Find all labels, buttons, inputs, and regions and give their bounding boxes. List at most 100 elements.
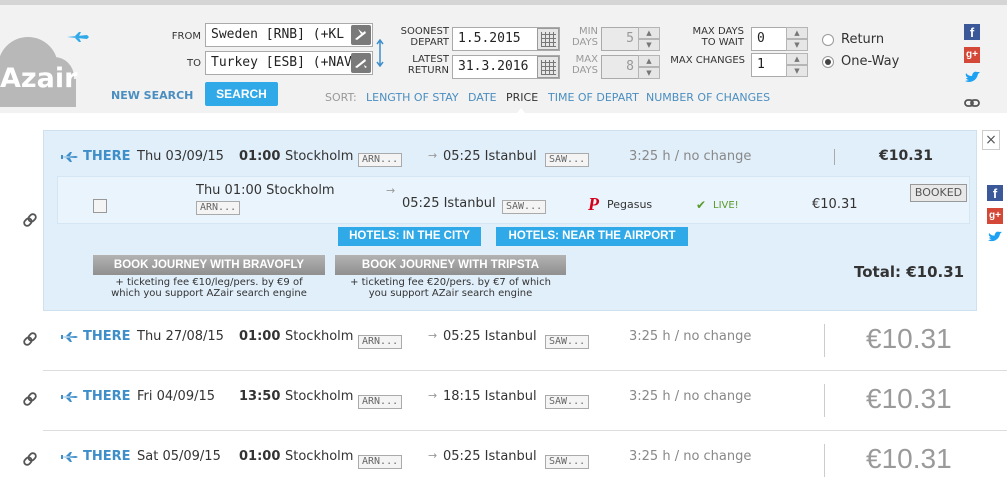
oneway-radio[interactable] xyxy=(822,56,834,68)
max-days-input[interactable]: 8 xyxy=(601,55,639,79)
direction-label: THERE xyxy=(83,149,131,164)
book-tripsta-button[interactable]: BOOK JOURNEY WITH TRIPSTA xyxy=(335,255,566,275)
flight-price: €10.31 xyxy=(866,323,952,354)
flight-price: €10.31 xyxy=(866,443,952,474)
calendar-icon[interactable] xyxy=(537,56,559,78)
facebook-icon[interactable]: f xyxy=(964,24,980,40)
max-days-stepper[interactable]: ▲ ▼ xyxy=(638,55,660,79)
google-plus-icon[interactable]: g+ xyxy=(964,47,980,63)
return-label: Return xyxy=(841,32,885,47)
arrow-icon: → xyxy=(428,449,438,462)
departure-time: 13:50 xyxy=(239,389,281,404)
google-plus-icon[interactable]: g+ xyxy=(987,208,1003,224)
leg-departure-code[interactable]: ARN... xyxy=(196,201,241,215)
sort-active-indicator xyxy=(513,108,529,118)
divider xyxy=(824,324,825,357)
plane-icon xyxy=(60,392,78,402)
flight-date: Thu 03/09/15 xyxy=(137,149,224,164)
arrow-icon: → xyxy=(428,329,438,342)
max-days-wait-stepper[interactable]: ▲ ▼ xyxy=(786,27,808,51)
sort-price[interactable]: PRICE xyxy=(506,91,538,104)
arrival-airport-code[interactable]: SAW... xyxy=(545,455,590,469)
plane-icon xyxy=(60,452,78,462)
direction-label: THERE xyxy=(83,449,131,464)
from-airport-picker-icon[interactable] xyxy=(351,25,371,45)
arrival-airport-code[interactable]: SAW... xyxy=(545,153,590,167)
chain-link-icon[interactable] xyxy=(22,331,38,347)
link-icon[interactable] xyxy=(964,98,980,108)
max-days-wait-label: MAX DAYS TO WAIT xyxy=(692,26,744,48)
arrival-time: 05:25 Istanbul xyxy=(443,449,537,464)
arrival-airport-code[interactable]: SAW... xyxy=(545,395,590,409)
airline-name: Pegasus xyxy=(607,198,653,211)
bravofly-fee-note: + ticketing fee €10/leg/pers. by €9 of wh… xyxy=(111,277,307,299)
divider xyxy=(824,444,825,477)
flight-date: Thu 27/08/15 xyxy=(137,329,224,344)
max-changes-input[interactable]: 1 xyxy=(751,53,787,77)
twitter-icon[interactable] xyxy=(965,71,980,84)
sort-length-of-stay[interactable]: LENGTH OF STAY xyxy=(366,91,459,104)
chain-link-icon[interactable] xyxy=(22,212,38,228)
to-field[interactable]: Turkey [ESB] (+NAV xyxy=(205,51,373,75)
search-header: Azair FROM TO Sweden [RNB] (+KL Turkey [… xyxy=(0,0,1007,118)
from-field[interactable]: Sweden [RNB] (+KL xyxy=(205,23,373,47)
pegasus-logo-icon: P xyxy=(588,194,599,214)
arrow-icon: → xyxy=(428,149,438,162)
plane-icon xyxy=(60,152,78,162)
row-divider xyxy=(43,370,1007,371)
flight-duration: 3:25 h / no change xyxy=(629,449,752,464)
departure-time: 01:00 xyxy=(239,149,281,164)
max-days-wait-input[interactable]: 0 xyxy=(751,27,787,51)
hotels-city-button[interactable]: HOTELS: IN THE CITY xyxy=(338,227,481,246)
hotels-airport-button[interactable]: HOTELS: NEAR THE AIRPORT xyxy=(496,227,688,246)
new-search-link[interactable]: NEW SEARCH xyxy=(111,89,193,102)
sort-time-of-depart[interactable]: TIME OF DEPART xyxy=(548,91,639,104)
departure-airport-code[interactable]: ARN... xyxy=(358,153,403,167)
departure-airport-code[interactable]: ARN... xyxy=(358,395,403,409)
book-bravofly-button[interactable]: BOOK JOURNEY WITH BRAVOFLY xyxy=(93,255,325,275)
departure-airport-code[interactable]: ARN... xyxy=(358,455,403,469)
departure-airport-code[interactable]: ARN... xyxy=(358,335,403,349)
arrival-airport-code[interactable]: SAW... xyxy=(545,335,590,349)
flight-date: Sat 05/09/15 xyxy=(137,449,221,464)
min-days-label: MIN DAYS xyxy=(571,26,598,48)
sort-number-of-changes[interactable]: NUMBER OF CHANGES xyxy=(646,91,770,104)
flight-date: Fri 04/09/15 xyxy=(137,389,216,404)
leg-price: €10.31 xyxy=(812,197,858,212)
logo-text: Azair xyxy=(0,63,78,94)
twitter-icon[interactable] xyxy=(988,231,1002,243)
leg-departure: Thu 01:00 Stockholm xyxy=(196,183,335,198)
oneway-label: One-Way xyxy=(841,54,900,69)
row-divider xyxy=(43,430,1007,431)
chain-link-icon[interactable] xyxy=(22,451,38,467)
max-days-label: MAX DAYS xyxy=(571,54,598,76)
leg-arrival-code[interactable]: SAW... xyxy=(502,200,547,214)
departure-city: Stockholm xyxy=(285,449,354,464)
to-label: TO xyxy=(187,58,201,69)
facebook-icon[interactable]: f xyxy=(987,185,1003,201)
departure-time: 01:00 xyxy=(239,449,281,464)
flight-price: €10.31 xyxy=(879,148,934,164)
to-airport-picker-icon[interactable] xyxy=(351,53,371,73)
swap-icon[interactable] xyxy=(375,39,385,67)
min-days-input[interactable]: 5 xyxy=(601,27,639,51)
close-button[interactable]: × xyxy=(982,130,1000,150)
calendar-icon[interactable] xyxy=(537,28,559,50)
max-changes-label: MAX CHANGES xyxy=(670,55,745,66)
return-radio[interactable] xyxy=(822,34,834,46)
logo-plane-icon xyxy=(67,32,89,42)
direction-label: THERE xyxy=(83,389,131,404)
departure-time: 01:00 xyxy=(239,329,281,344)
search-button[interactable]: SEARCH xyxy=(205,82,278,106)
chain-link-icon[interactable] xyxy=(22,391,38,407)
arrival-time: 05:25 Istanbul xyxy=(443,329,537,344)
min-days-stepper[interactable]: ▲ ▼ xyxy=(638,27,660,51)
divider xyxy=(824,384,825,417)
flight-price: €10.31 xyxy=(866,383,952,414)
booked-badge: BOOKED xyxy=(910,184,967,202)
sort-date[interactable]: DATE xyxy=(468,91,497,104)
max-changes-stepper[interactable]: ▲ ▼ xyxy=(786,53,808,77)
plane-icon xyxy=(60,332,78,342)
from-label: FROM xyxy=(171,31,201,42)
divider xyxy=(834,149,835,165)
